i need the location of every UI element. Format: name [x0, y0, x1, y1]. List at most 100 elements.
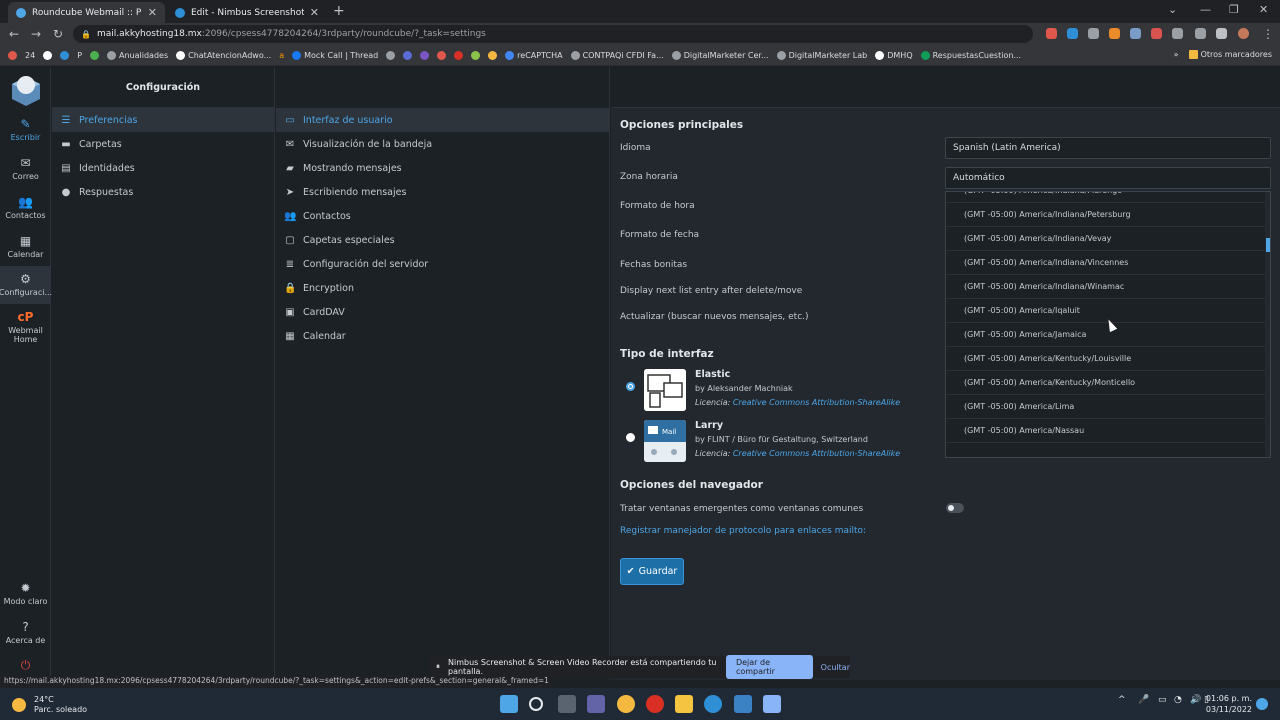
close-tab-icon[interactable]: ✕ — [148, 6, 157, 19]
theme-radio-selected[interactable] — [626, 382, 635, 391]
hide-banner-button[interactable]: Ocultar — [821, 663, 850, 672]
save-button[interactable]: ✔ Guardar — [620, 558, 684, 585]
nav-compose[interactable]: ✎ Escribir — [0, 111, 51, 149]
bookmark-icon[interactable] — [60, 50, 70, 60]
theme-larry[interactable]: Mail Larry by FLINT / Büro für Gestaltun… — [620, 420, 940, 466]
search-icon[interactable] — [529, 697, 543, 711]
timezone-option[interactable]: (GMT -05:00) America/Kentucky/Louisville — [946, 347, 1270, 371]
bookmark-item[interactable]: P — [77, 51, 82, 60]
bookmark-item[interactable]: Anualidades — [107, 50, 168, 60]
bookmark-item[interactable]: a — [279, 51, 284, 60]
scrollbar-thumb[interactable] — [1266, 238, 1270, 252]
bookmark-icon[interactable] — [488, 50, 498, 60]
section-special-folders[interactable]: ▢ Capetas especiales — [276, 228, 609, 252]
register-mailto-link[interactable]: Registrar manejador de protocolo para en… — [620, 526, 866, 536]
tab-roundcube[interactable]: Roundcube Webmail :: Preferenc ✕ — [8, 2, 165, 23]
nav-about[interactable]: ? Acerca de — [0, 614, 51, 652]
clock[interactable]: 01:06 p. m. 03/11/2022 — [1206, 693, 1252, 715]
section-user-interface[interactable]: ▭ Interfaz de usuario — [276, 108, 609, 132]
new-tab-icon[interactable]: + — [333, 3, 345, 19]
nav-mail[interactable]: ✉ Correo — [0, 150, 51, 188]
bookmark-icon[interactable] — [43, 50, 53, 60]
section-encryption[interactable]: 🔒 Encryption — [276, 276, 609, 300]
timezone-option[interactable]: (GMT -05:00) America/Indiana/Marengo — [946, 192, 1270, 203]
window-close-icon[interactable]: ✕ — [1259, 3, 1268, 16]
notification-icon[interactable] — [1256, 698, 1268, 710]
more-bookmarks-icon[interactable]: » — [1174, 50, 1179, 59]
settings-item-preferences[interactable]: ☰ Preferencias — [52, 108, 274, 132]
bookmark-item[interactable]: Mock Call | Thread — [292, 50, 378, 60]
bookmark-item[interactable]: DMHQ — [875, 50, 913, 60]
bookmark-item[interactable]: reCAPTCHA — [505, 50, 563, 60]
timezone-option[interactable]: (GMT -05:00) America/Indiana/Vevay — [946, 227, 1270, 251]
settings-item-responses[interactable]: ● Respuestas — [52, 180, 274, 204]
extension-icon[interactable] — [1046, 28, 1057, 39]
timezone-option[interactable]: (GMT -05:00) America/Nassau — [946, 419, 1270, 443]
tray-expand-icon[interactable]: ^ — [1118, 695, 1136, 713]
bookmark-icon[interactable] — [471, 50, 481, 60]
nav-calendar[interactable]: ▦ Calendar — [0, 228, 51, 266]
license-link[interactable]: Creative Commons Attribution-ShareAlike — [733, 449, 900, 458]
extension-icon[interactable] — [1067, 28, 1078, 39]
section-contacts[interactable]: 👥 Contactos — [276, 204, 609, 228]
url-bar[interactable]: 🔒 mail.akkyhosting18.mx :2096/cpsess4778… — [73, 25, 1033, 43]
teams-icon[interactable] — [587, 695, 605, 713]
timezone-option[interactable]: (GMT -05:00) America/Lima — [946, 395, 1270, 419]
restore-icon[interactable]: ❐ — [1229, 3, 1239, 16]
menu-dots-icon[interactable]: ⋮ — [1262, 27, 1274, 41]
bookmark-item[interactable]: DigitalMarketer Lab — [776, 50, 867, 60]
forward-icon[interactable]: → — [31, 27, 41, 41]
section-composing-messages[interactable]: ➤ Escribiendo mensajes — [276, 180, 609, 204]
back-icon[interactable]: ← — [9, 27, 19, 41]
bookmark-item[interactable]: 24 — [25, 51, 35, 60]
extension-icon[interactable] — [1151, 28, 1162, 39]
file-explorer-icon[interactable] — [675, 695, 693, 713]
theme-elastic[interactable]: Elastic by Aleksander Machniak Licencia:… — [620, 369, 940, 415]
timezone-option[interactable]: (GMT -05:00) America/Indiana/Vincennes — [946, 251, 1270, 275]
bookmark-icon[interactable] — [90, 50, 100, 60]
opera-icon[interactable] — [646, 695, 664, 713]
task-view-icon[interactable] — [558, 695, 576, 713]
section-carddav[interactable]: ▣ CardDAV — [276, 300, 609, 324]
close-tab-icon[interactable]: ✕ — [310, 6, 319, 19]
bookmark-icon[interactable] — [454, 50, 464, 60]
timezone-option[interactable]: (GMT -05:00) America/Kentucky/Monticello — [946, 371, 1270, 395]
bookmark-item[interactable]: CONTPAQi CFDI Fa... — [570, 50, 664, 60]
other-bookmarks[interactable]: Otros marcadores — [1188, 50, 1272, 59]
logout-button[interactable]: ⏻ — [0, 652, 51, 678]
stop-sharing-button[interactable]: Dejar de compartir — [725, 655, 813, 679]
bookmark-item[interactable]: DigitalMarketer Cer... — [671, 50, 769, 60]
timezone-select[interactable]: Automático — [945, 167, 1271, 189]
tab-nimbus[interactable]: Edit - Nimbus Screenshot ✕ — [167, 2, 327, 23]
timezone-option[interactable]: (GMT -05:00) America/Indiana/Winamac — [946, 275, 1270, 299]
extensions-puzzle-icon[interactable] — [1172, 28, 1183, 39]
bookmark-icon[interactable] — [420, 50, 430, 60]
popup-toggle[interactable] — [946, 503, 964, 513]
reading-list-icon[interactable] — [1195, 28, 1206, 39]
section-mailbox-view[interactable]: ✉ Visualización de la bandeja — [276, 132, 609, 156]
section-displaying-messages[interactable]: ▰ Mostrando mensajes — [276, 156, 609, 180]
nimbus-icon[interactable] — [704, 695, 722, 713]
dropdown-scrollbar[interactable] — [1265, 192, 1270, 457]
bookmark-item[interactable]: ChatAtencionAdwo... — [176, 50, 271, 60]
bookmark-icon[interactable] — [386, 50, 396, 60]
windows-start-icon[interactable] — [500, 695, 518, 713]
section-server-settings[interactable]: ≣ Configuración del servidor — [276, 252, 609, 276]
microphone-icon[interactable]: 🎤 — [1138, 695, 1156, 713]
chrome-icon[interactable] — [617, 695, 635, 713]
notepad-icon[interactable] — [734, 695, 752, 713]
nav-contacts[interactable]: 👥 Contactos — [0, 189, 51, 227]
extension-icon[interactable] — [1130, 28, 1141, 39]
extension-icon[interactable] — [1088, 28, 1099, 39]
bookmark-apps-icon[interactable] — [8, 50, 17, 60]
tab-search-icon[interactable]: ⌄ — [1168, 3, 1177, 16]
side-panel-icon[interactable] — [1216, 28, 1227, 39]
section-calendar[interactable]: ▦ Calendar — [276, 324, 609, 348]
nav-settings[interactable]: ⚙ Configuraci... — [0, 266, 52, 304]
settings-item-identities[interactable]: ▤ Identidades — [52, 156, 274, 180]
reload-icon[interactable]: ↻ — [53, 27, 63, 41]
language-select[interactable]: Spanish (Latin America) — [945, 137, 1271, 159]
profile-avatar[interactable] — [1238, 28, 1249, 39]
bookmark-item[interactable]: RespuestasCuestion... — [920, 50, 1021, 60]
app-icon[interactable] — [763, 695, 781, 713]
